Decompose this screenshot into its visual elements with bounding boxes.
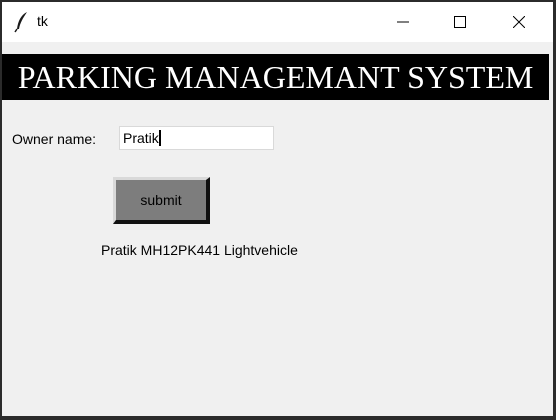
minimize-icon: [397, 16, 409, 28]
app-window: tk PARKING MANAGEMANT SYSTEM Owner name:…: [2, 2, 553, 416]
minimize-button[interactable]: [380, 2, 426, 42]
text-cursor: [158, 130, 161, 146]
maximize-icon: [454, 16, 466, 28]
maximize-button[interactable]: [437, 2, 483, 42]
close-icon: [513, 16, 525, 28]
submit-button[interactable]: submit: [113, 177, 210, 224]
window-title: tk: [37, 13, 48, 29]
owner-name-input[interactable]: Pratik: [119, 126, 274, 150]
result-label: Pratik MH12PK441 Lightvehicle: [101, 242, 298, 258]
title-bar[interactable]: tk: [2, 2, 553, 42]
close-button[interactable]: [496, 2, 542, 42]
system-banner: PARKING MANAGEMANT SYSTEM: [2, 54, 549, 100]
owner-name-value: Pratik: [123, 130, 159, 146]
submit-button-label: submit: [140, 192, 182, 208]
owner-name-label: Owner name:: [12, 131, 97, 147]
feather-icon: [14, 11, 30, 33]
